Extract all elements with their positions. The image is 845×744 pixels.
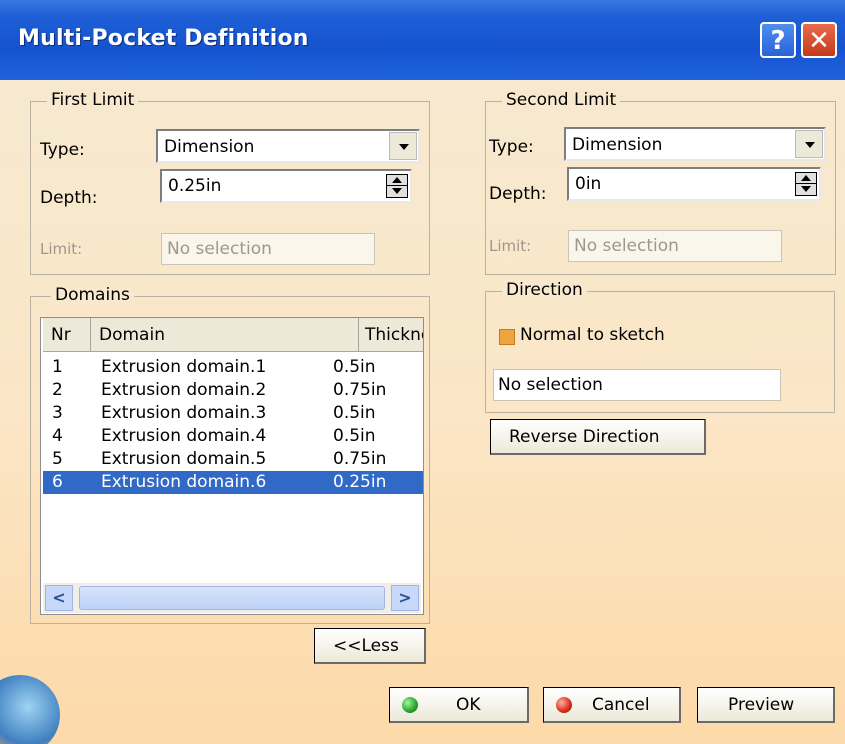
dialog-title: Multi-Pocket Definition <box>18 26 309 51</box>
column-header-domain[interactable]: Domain <box>91 318 359 352</box>
column-header-nr[interactable]: Nr <box>43 318 91 352</box>
list-item[interactable]: 5 Extrusion domain.5 0.75in <box>43 448 423 471</box>
preview-button[interactable]: Preview <box>697 687 835 723</box>
second-type-value: Dimension <box>572 135 663 155</box>
first-limit-legend: First Limit <box>47 90 139 110</box>
domains-list[interactable]: Nr Domain Thicknes: 1 Extrusion domain.1… <box>40 317 424 615</box>
close-button[interactable]: ✕ <box>801 22 837 58</box>
spin-stepper-icon[interactable] <box>795 172 817 196</box>
row-domain: Extrusion domain.3 <box>101 403 267 423</box>
reverse-direction-button[interactable]: Reverse Direction <box>490 419 706 455</box>
row-nr: 1 <box>52 357 63 377</box>
first-depth-input[interactable]: 0.25in <box>160 169 412 203</box>
direction-selection-field[interactable]: No selection <box>493 369 781 401</box>
scroll-left-icon[interactable]: < <box>45 585 73 611</box>
first-type-value: Dimension <box>164 137 255 157</box>
first-limit-field: No selection <box>161 233 375 265</box>
row-nr: 5 <box>52 449 63 469</box>
direction-legend: Direction <box>502 280 587 300</box>
cancel-red-dot-icon <box>556 697 572 713</box>
first-depth-value: 0.25in <box>168 176 222 196</box>
first-depth-label: Depth: <box>40 188 98 208</box>
second-limit-label: Limit: <box>489 237 532 255</box>
row-nr: 6 <box>52 472 63 492</box>
domains-legend: Domains <box>51 285 134 305</box>
ok-button[interactable]: OK <box>389 687 529 723</box>
second-type-label: Type: <box>489 137 534 157</box>
first-type-label: Type: <box>40 140 85 160</box>
row-nr: 2 <box>52 380 63 400</box>
row-domain: Extrusion domain.6 <box>101 472 267 492</box>
first-limit-label: Limit: <box>40 240 83 258</box>
list-item[interactable]: 4 Extrusion domain.4 0.5in <box>43 425 423 448</box>
second-type-select[interactable]: Dimension <box>564 127 826 161</box>
row-thickness: 0.5in <box>333 426 376 446</box>
spin-stepper-icon[interactable] <box>386 174 408 198</box>
second-depth-input[interactable]: 0in <box>567 167 821 201</box>
catia-logo-icon <box>0 675 60 744</box>
row-thickness: 0.5in <box>333 357 376 377</box>
row-domain: Extrusion domain.1 <box>101 357 267 377</box>
chevron-down-icon[interactable] <box>389 132 417 160</box>
row-domain: Extrusion domain.5 <box>101 449 267 469</box>
ok-green-dot-icon <box>402 697 418 713</box>
row-domain: Extrusion domain.2 <box>101 380 267 400</box>
help-icon: ? <box>770 26 786 56</box>
title-bar[interactable]: Multi-Pocket Definition ? ✕ <box>0 0 845 80</box>
dialog-window: Multi-Pocket Definition ? ✕ First Limit … <box>0 0 845 744</box>
chevron-down-icon[interactable] <box>795 130 823 158</box>
second-limit-field: No selection <box>568 230 782 262</box>
help-button[interactable]: ? <box>760 22 796 58</box>
close-icon: ✕ <box>808 26 830 56</box>
row-nr: 4 <box>52 426 63 446</box>
less-button[interactable]: <<Less <box>314 628 426 664</box>
list-item-selected[interactable]: 6 Extrusion domain.6 0.25in <box>43 471 423 494</box>
row-thickness: 0.5in <box>333 403 376 423</box>
row-domain: Extrusion domain.4 <box>101 426 267 446</box>
horizontal-scrollbar[interactable]: < > <box>43 583 421 613</box>
row-thickness: 0.75in <box>333 380 387 400</box>
list-item[interactable]: 1 Extrusion domain.1 0.5in <box>43 356 423 379</box>
second-depth-label: Depth: <box>489 184 547 204</box>
first-limit-value: No selection <box>167 239 272 259</box>
list-item[interactable]: 3 Extrusion domain.3 0.5in <box>43 402 423 425</box>
first-type-select[interactable]: Dimension <box>156 129 420 163</box>
direction-selection-value: No selection <box>498 375 603 395</box>
column-header-thickness[interactable]: Thicknes: <box>359 318 423 352</box>
cancel-button[interactable]: Cancel <box>543 687 681 723</box>
normal-to-sketch-checkbox[interactable] <box>499 329 515 345</box>
row-thickness: 0.25in <box>333 472 387 492</box>
second-limit-legend: Second Limit <box>502 90 621 110</box>
list-item[interactable]: 2 Extrusion domain.2 0.75in <box>43 379 423 402</box>
scroll-right-icon[interactable]: > <box>391 585 419 611</box>
second-depth-value: 0in <box>575 174 602 194</box>
second-limit-value: No selection <box>574 236 679 256</box>
row-thickness: 0.75in <box>333 449 387 469</box>
normal-to-sketch-label: Normal to sketch <box>520 325 665 345</box>
scroll-thumb[interactable] <box>79 586 385 610</box>
row-nr: 3 <box>52 403 63 423</box>
